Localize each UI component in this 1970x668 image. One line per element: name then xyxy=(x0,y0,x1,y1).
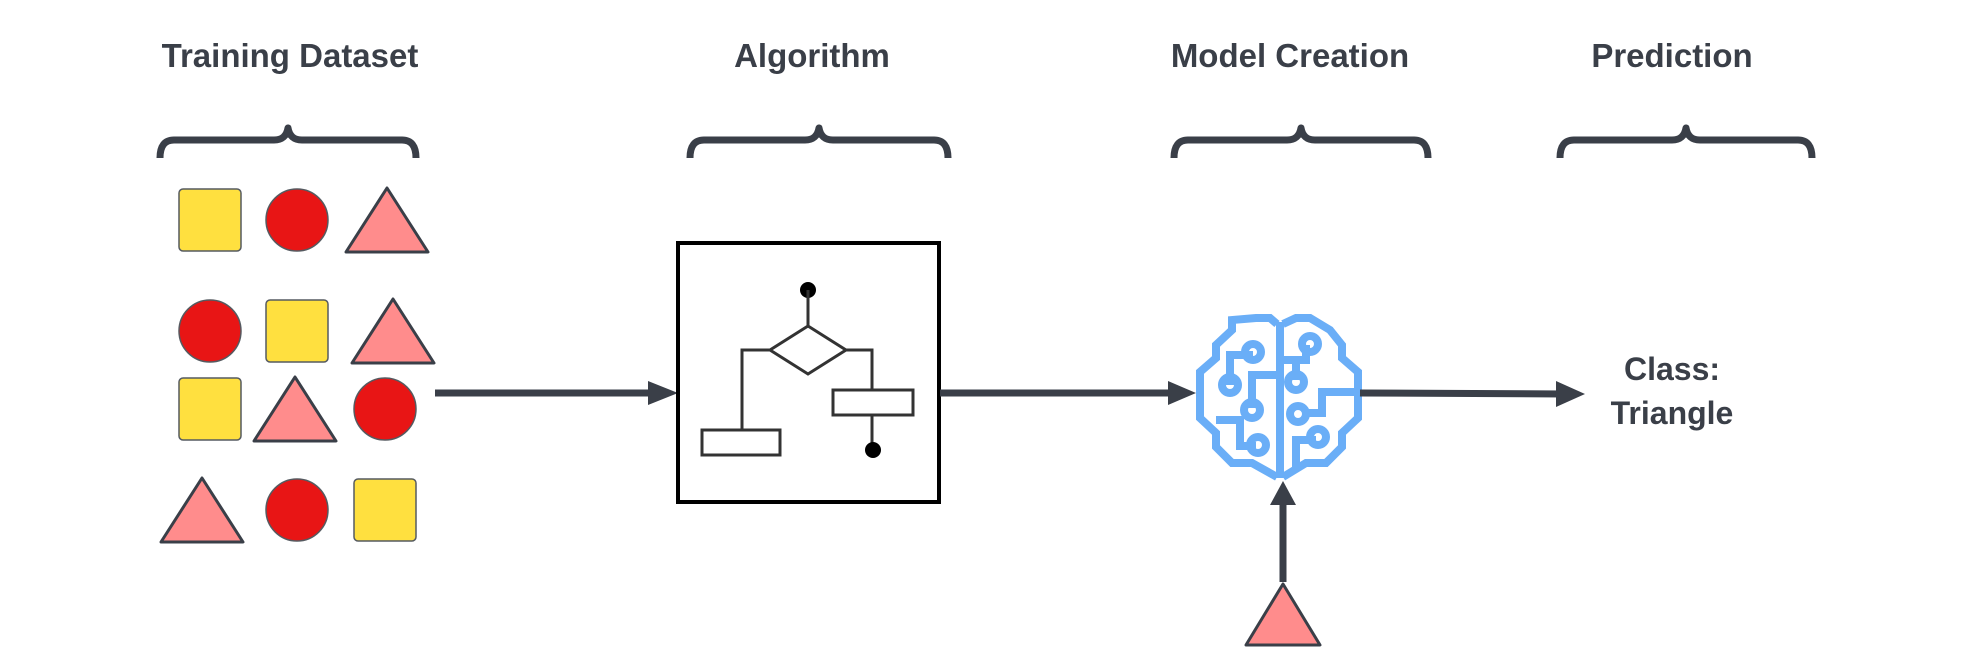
arrow-input-to-model xyxy=(1270,481,1296,582)
brace-algorithm xyxy=(686,124,952,159)
dataset-triangle xyxy=(252,375,338,443)
stage-title-model-creation: Model Creation xyxy=(1171,37,1409,74)
prediction-class-value: Triangle xyxy=(1611,395,1734,431)
brace-prediction xyxy=(1556,124,1816,159)
brace-model-creation xyxy=(1170,124,1432,159)
arrow-model-to-prediction xyxy=(1359,381,1585,407)
prediction-class-label: Class: xyxy=(1624,351,1720,387)
ml-pipeline-diagram: Training Dataset Algorithm Model Creatio… xyxy=(156,37,1816,647)
algorithm-box xyxy=(676,241,941,504)
dataset-square xyxy=(178,188,242,252)
ai-brain-circuit-icon xyxy=(1196,314,1362,481)
stage-title-prediction: Prediction xyxy=(1591,37,1752,74)
arrow-algorithm-to-model xyxy=(940,381,1196,405)
stage-title-algorithm: Algorithm xyxy=(734,37,890,74)
dataset-circle xyxy=(353,377,417,441)
stage-title-training-dataset: Training Dataset xyxy=(162,37,419,74)
dataset-square xyxy=(353,478,417,542)
arrow-dataset-to-algorithm xyxy=(435,381,678,405)
dataset-circle xyxy=(265,478,329,542)
brace-training-dataset xyxy=(156,124,420,159)
stage-braces xyxy=(156,124,1816,159)
training-dataset-shapes xyxy=(159,186,436,544)
dataset-circle xyxy=(265,188,329,252)
dataset-triangle xyxy=(350,297,436,365)
dataset-triangle xyxy=(344,186,430,254)
dataset-square xyxy=(265,299,329,363)
input-sample-triangle xyxy=(1244,582,1322,647)
dataset-triangle xyxy=(159,476,245,544)
dataset-square xyxy=(178,377,242,441)
dataset-circle xyxy=(178,299,242,363)
